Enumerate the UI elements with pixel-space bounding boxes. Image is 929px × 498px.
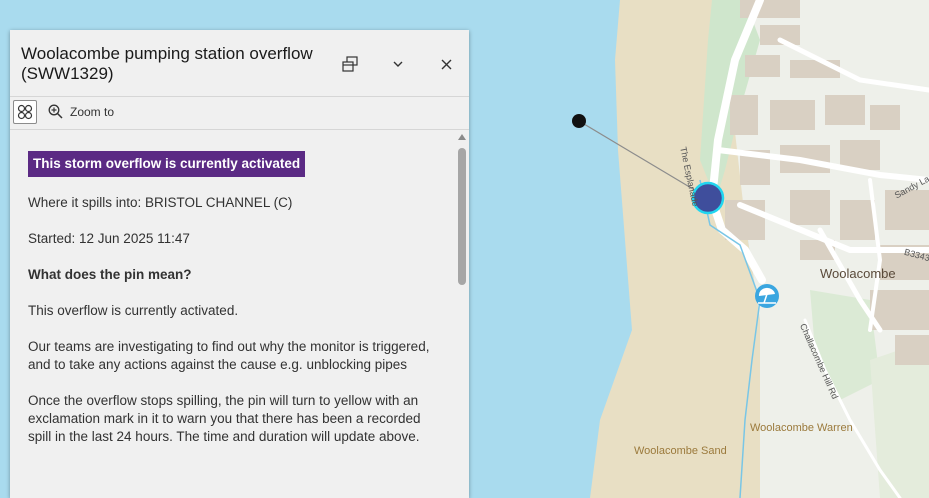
map-label-sand: Woolacombe Sand	[634, 445, 727, 457]
content-scrollbar[interactable]	[455, 130, 469, 498]
features-list-button[interactable]	[13, 100, 37, 124]
close-button[interactable]	[434, 52, 458, 76]
popup-panel: Woolacombe pumping station overflow (SWW…	[10, 30, 469, 498]
feature-grid-icon	[17, 104, 33, 120]
zoom-to-button[interactable]: Zoom to	[48, 104, 114, 119]
popup-content: This storm overflow is currently activat…	[10, 130, 455, 498]
zoom-in-icon	[48, 104, 63, 119]
beach-umbrella-icon[interactable]	[755, 284, 779, 308]
pin-paragraph: Once the overflow stops spilling, the pi…	[28, 393, 421, 444]
map-label-town: Woolacombe	[820, 266, 896, 281]
zoom-to-label: Zoom to	[70, 104, 115, 119]
close-icon	[441, 59, 451, 69]
pin-paragraph: This overflow is currently activated.	[28, 303, 239, 318]
outfall-point-icon[interactable]	[572, 114, 586, 128]
popup-header: Woolacombe pumping station overflow (SWW…	[10, 30, 469, 97]
map-label-warren: Woolacombe Warren	[750, 422, 853, 434]
spills-into-text: Where it spills into: BRISTOL CHANNEL (C…	[28, 195, 293, 210]
status-badge: This storm overflow is currently activat…	[28, 151, 306, 177]
scroll-up-arrow-icon[interactable]	[458, 134, 466, 140]
dock-button[interactable]	[338, 52, 362, 76]
scroll-thumb[interactable]	[458, 148, 466, 285]
dock-icon	[342, 56, 358, 72]
collapse-button[interactable]	[386, 52, 410, 76]
chevron-down-icon	[393, 61, 403, 67]
pin-paragraph: Our teams are investigating to find out …	[28, 339, 430, 372]
popup-toolbar: Zoom to	[10, 97, 469, 130]
popup-title: Woolacombe pumping station overflow (SWW…	[21, 44, 313, 83]
pin-heading: What does the pin mean?	[28, 267, 192, 282]
started-text: Started: 12 Jun 2025 11:47	[28, 231, 190, 246]
